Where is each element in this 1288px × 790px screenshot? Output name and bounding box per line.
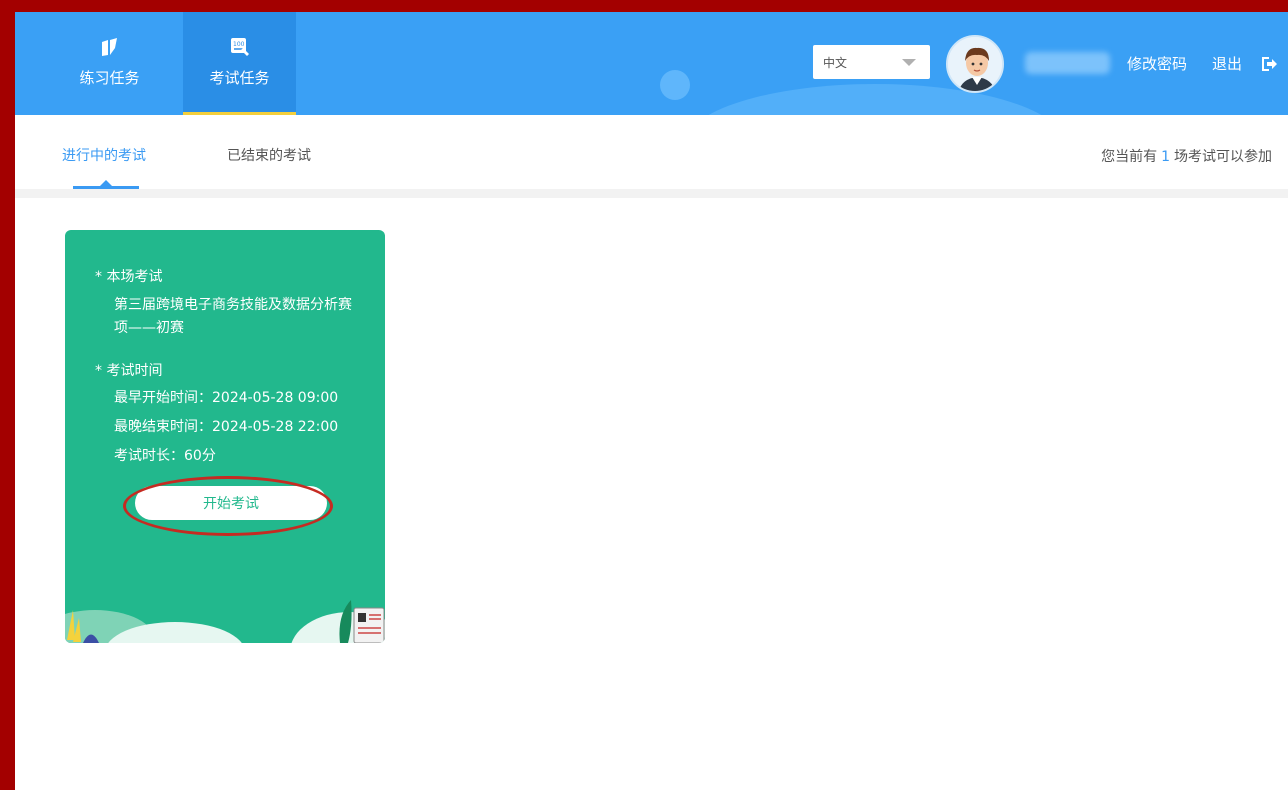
logout-link[interactable]: 退出: [1212, 54, 1242, 74]
exam-subtabs: 进行中的考试 已结束的考试 您当前有 1 场考试可以参加: [15, 115, 1288, 189]
exam-count-prefix: 您当前有: [1101, 149, 1158, 165]
tab-ongoing-exams[interactable]: 进行中的考试: [62, 145, 146, 165]
svg-text:100: 100: [233, 41, 245, 48]
change-password-link[interactable]: 修改密码: [1127, 54, 1187, 74]
card-bottom-illustration: [65, 600, 385, 643]
start-exam-label: 开始考试: [203, 496, 259, 512]
exam-card: * 本场考试 第三届跨境电子商务技能及数据分析赛项——初赛 * 考试时间 最早开…: [65, 230, 385, 643]
user-avatar[interactable]: [946, 35, 1004, 93]
nav-practice-tasks[interactable]: 练习任务: [53, 12, 166, 115]
tab-ended-exams[interactable]: 已结束的考试: [227, 145, 311, 165]
exam-name: 第三届跨境电子商务技能及数据分析赛项——初赛: [114, 297, 352, 336]
header-decoration-circle: [660, 70, 690, 100]
language-select-value: 中文: [823, 55, 848, 70]
nav-exam-label: 考试任务: [209, 69, 270, 87]
chevron-down-icon: [902, 58, 916, 66]
nav-exam-tasks[interactable]: 100 考试任务: [183, 12, 296, 115]
screen-border-left: [0, 0, 15, 790]
section-divider: [15, 189, 1288, 198]
language-select[interactable]: 中文: [813, 45, 930, 79]
start-exam-button[interactable]: 开始考试: [135, 486, 327, 520]
nav-practice-label: 练习任务: [79, 69, 140, 87]
app-window: 练习任务 100 考试任务 中文 修改密码 退出 进行中的考试 已结束的考试 您…: [15, 12, 1288, 790]
logout-icon[interactable]: [1260, 55, 1278, 73]
username-redacted: [1025, 52, 1110, 74]
screen-border-top: [0, 0, 1288, 12]
exam-count-number: 1: [1161, 149, 1170, 165]
exam-duration: 考试时长：60分: [114, 448, 216, 464]
card-section-time-title: * 考试时间: [95, 363, 163, 379]
top-header: 练习任务 100 考试任务 中文 修改密码 退出: [15, 12, 1288, 115]
card-section-exam-title: * 本场考试: [95, 269, 163, 285]
header-decoration-arc: [685, 84, 1065, 115]
practice-icon: [99, 36, 121, 58]
available-exam-count: 您当前有 1 场考试可以参加: [1101, 146, 1272, 166]
exam-count-suffix: 场考试可以参加: [1174, 149, 1272, 165]
latest-end-time: 最晚结束时间：2024-05-28 22:00: [114, 419, 339, 435]
earliest-start-time: 最早开始时间：2024-05-28 09:00: [114, 390, 339, 406]
exam-icon: 100: [229, 36, 251, 58]
